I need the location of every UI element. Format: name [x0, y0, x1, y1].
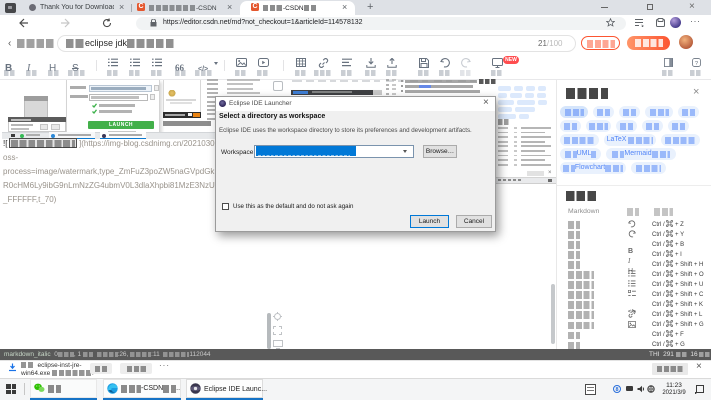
svg-text:?: ? — [694, 61, 698, 67]
